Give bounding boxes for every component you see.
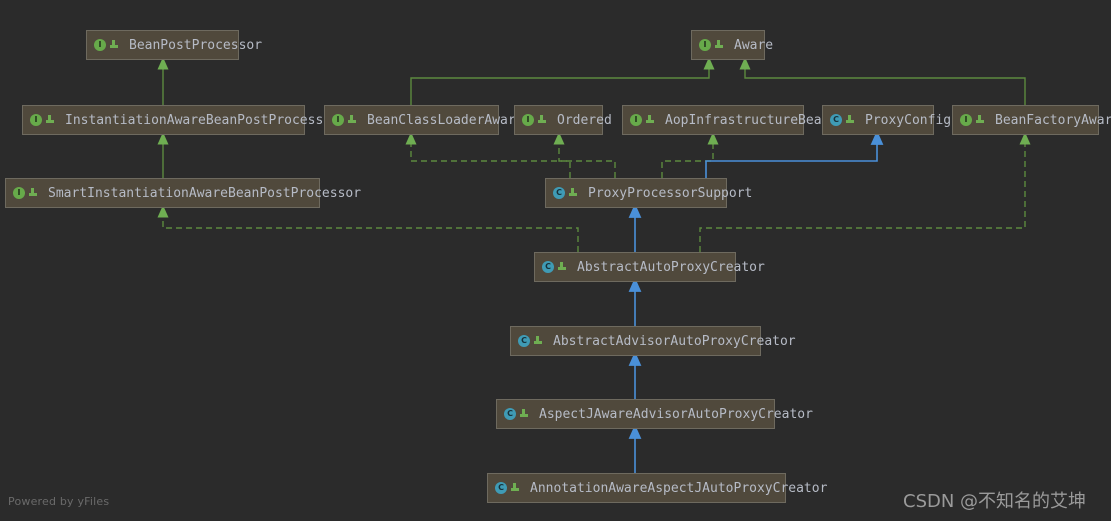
visibility-icon (714, 39, 725, 51)
yfiles-credit-label: Powered by yFiles (8, 495, 110, 508)
node-icon-group: C (553, 187, 579, 199)
interface-icon: I (332, 114, 344, 126)
uml-node-label: Aware (734, 37, 774, 53)
node-icon-group: C (542, 261, 568, 273)
edge-proxyprocessorsupport-to-aopinfrastructurebean (661, 132, 719, 178)
visibility-icon (975, 114, 986, 126)
visibility-icon (519, 408, 530, 420)
interface-icon: I (699, 39, 711, 51)
uml-node-beanpostprocessor[interactable]: I BeanPostProcessor (86, 30, 262, 60)
visibility-icon (28, 187, 39, 199)
uml-node-label: AbstractAutoProxyCreator (577, 259, 765, 275)
uml-node-label: AspectJAwareAdvisorAutoProxyCreator (539, 406, 813, 422)
visibility-icon (347, 114, 358, 126)
node-icon-group: I (13, 187, 39, 199)
class-icon: C (830, 114, 842, 126)
visibility-icon (645, 114, 656, 126)
uml-node-label: SmartInstantiationAwareBeanPostProcessor (48, 185, 362, 201)
uml-node-aopinfrastructurebean[interactable]: I AopInfrastructureBean (622, 105, 829, 135)
node-icon-group: I (699, 39, 725, 51)
class-icon: C (504, 408, 516, 420)
visibility-icon (109, 39, 120, 51)
interface-icon: I (13, 187, 25, 199)
edge-beanclassloaderaware-to-aware (410, 57, 715, 105)
class-icon: C (553, 187, 565, 199)
uml-node-label: InstantiationAwareBeanPostProcessor (65, 112, 339, 128)
interface-icon: I (960, 114, 972, 126)
uml-node-abstractautoproxycreator[interactable]: C AbstractAutoProxyCreator (534, 252, 765, 282)
uml-node-beanfactoryaware[interactable]: I BeanFactoryAware (952, 105, 1111, 135)
uml-node-annotationawareaspectjautoproxycreator[interactable]: C AnnotationAwareAspectJAutoProxyCreator (487, 473, 827, 503)
visibility-icon (533, 335, 544, 347)
uml-node-proxyconfig[interactable]: C ProxyConfig (822, 105, 951, 135)
uml-node-label: BeanFactoryAware (995, 112, 1111, 128)
edge-proxyprocessorsupport-to-ordered (553, 132, 616, 178)
node-icon-group: C (504, 408, 530, 420)
node-icon-group: C (830, 114, 856, 126)
uml-class-diagram: I BeanPostProcessor I Aware I Instantiat… (0, 0, 1111, 521)
node-icon-group: C (518, 335, 544, 347)
uml-node-abstractadvisorautoproxycreator[interactable]: C AbstractAdvisorAutoProxyCreator (510, 326, 796, 356)
node-icon-group: C (495, 482, 521, 494)
visibility-icon (510, 482, 521, 494)
edge-abstractautoproxycreator-to-smartinstantiationaware (157, 205, 579, 252)
uml-node-aware[interactable]: I Aware (691, 30, 773, 60)
class-icon: C (542, 261, 554, 273)
node-icon-group: I (30, 114, 56, 126)
uml-node-aspectjawareadvisorautoproxycreator[interactable]: C AspectJAwareAdvisorAutoProxyCreator (496, 399, 813, 429)
uml-node-beanclassloaderaware[interactable]: I BeanClassLoaderAware (324, 105, 524, 135)
csdn-watermark: CSDN @不知名的艾坤 (903, 491, 1087, 512)
node-icon-group: I (332, 114, 358, 126)
interface-icon: I (522, 114, 534, 126)
uml-node-label: BeanClassLoaderAware (367, 112, 524, 128)
edge-proxyprocessorsupport-to-beanclassloaderaware (405, 132, 571, 178)
uml-node-label: AopInfrastructureBean (665, 112, 830, 128)
visibility-icon (45, 114, 56, 126)
node-icon-group: I (960, 114, 986, 126)
node-icon-group: I (522, 114, 548, 126)
edge-beanfactoryaware-to-aware (739, 57, 1026, 105)
interface-icon: I (630, 114, 642, 126)
class-icon: C (495, 482, 507, 494)
uml-node-smartinstantiationawarebeanpostprocessor[interactable]: I SmartInstantiationAwareBeanPostProcess… (5, 178, 361, 208)
uml-node-label: ProxyProcessorSupport (588, 185, 753, 201)
interface-icon: I (94, 39, 106, 51)
visibility-icon (845, 114, 856, 126)
uml-node-label: AnnotationAwareAspectJAutoProxyCreator (530, 480, 828, 496)
node-icon-group: I (94, 39, 120, 51)
node-icon-group: I (630, 114, 656, 126)
uml-node-label: AbstractAdvisorAutoProxyCreator (553, 333, 796, 349)
visibility-icon (568, 187, 579, 199)
uml-node-proxyprocessorsupport[interactable]: C ProxyProcessorSupport (545, 178, 752, 208)
uml-node-label: BeanPostProcessor (129, 37, 263, 53)
visibility-icon (537, 114, 548, 126)
class-icon: C (518, 335, 530, 347)
interface-icon: I (30, 114, 42, 126)
uml-node-ordered[interactable]: I Ordered (514, 105, 612, 135)
edge-proxyprocessorsupport-to-proxyconfig (705, 130, 884, 178)
visibility-icon (557, 261, 568, 273)
uml-node-label: ProxyConfig (865, 112, 952, 128)
uml-node-label: Ordered (557, 112, 612, 128)
uml-node-instantiationawarebeanpostprocessor[interactable]: I InstantiationAwareBeanPostProcessor (22, 105, 339, 135)
